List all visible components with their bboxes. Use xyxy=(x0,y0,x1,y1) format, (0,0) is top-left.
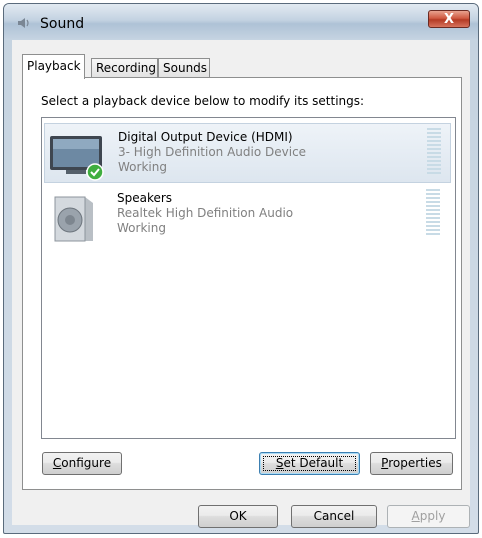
window-title: Sound xyxy=(40,16,85,32)
tab-sounds[interactable]: Sounds xyxy=(158,58,210,78)
dialog-client-area: Playback Recording Sounds Select a playb… xyxy=(12,40,470,528)
instruction-text: Select a playback device below to modify… xyxy=(41,94,365,108)
list-item-hdmi-device[interactable]: Digital Output Device (HDMI) 3- High Def… xyxy=(44,123,451,183)
speaker-icon xyxy=(54,196,93,242)
tab-recording[interactable]: Recording xyxy=(91,58,158,78)
accelerator-key: A xyxy=(411,509,420,523)
button-label: onfigure xyxy=(61,456,112,470)
device-description: 3- High Definition Audio Device xyxy=(118,145,307,159)
tab-playback[interactable]: Playback xyxy=(22,54,85,79)
button-label: Cancel xyxy=(313,509,355,523)
device-description: Realtek High Definition Audio xyxy=(117,206,294,220)
device-name: Speakers xyxy=(117,191,173,205)
close-icon: X xyxy=(443,12,455,27)
device-status: Working xyxy=(118,160,167,174)
ok-button[interactable]: OK xyxy=(198,505,278,528)
speaker-icon xyxy=(18,18,29,28)
volume-level-meter xyxy=(427,128,441,178)
title-bar[interactable]: Sound X xyxy=(4,4,478,40)
monitor-icon xyxy=(50,136,104,181)
close-button[interactable]: X xyxy=(428,10,470,28)
device-list[interactable]: Digital Output Device (HDMI) 3- High Def… xyxy=(41,117,456,439)
tab-label: Sounds xyxy=(163,61,208,75)
cancel-button[interactable]: Cancel xyxy=(291,505,377,528)
device-name: Digital Output Device (HDMI) xyxy=(118,130,293,144)
default-check-icon xyxy=(86,163,104,181)
properties-button[interactable]: Properties xyxy=(370,452,453,475)
device-status: Working xyxy=(117,221,166,235)
playback-panel: Select a playback device below to modify… xyxy=(22,77,462,490)
list-item-speakers[interactable]: Speakers Realtek High Definition Audio W… xyxy=(44,185,451,245)
apply-button[interactable]: Apply xyxy=(387,505,470,528)
sound-dialog: Sound X Playback Recording Sounds Select… xyxy=(3,3,479,534)
tab-label: Playback xyxy=(27,59,81,73)
set-default-button[interactable]: Set Default xyxy=(259,452,360,475)
button-label: roperties xyxy=(388,456,442,470)
button-label: pply xyxy=(419,509,446,523)
tab-label: Recording xyxy=(96,61,157,75)
button-label: OK xyxy=(229,509,247,523)
configure-button[interactable]: Configure xyxy=(42,452,122,475)
volume-level-meter xyxy=(426,189,440,239)
